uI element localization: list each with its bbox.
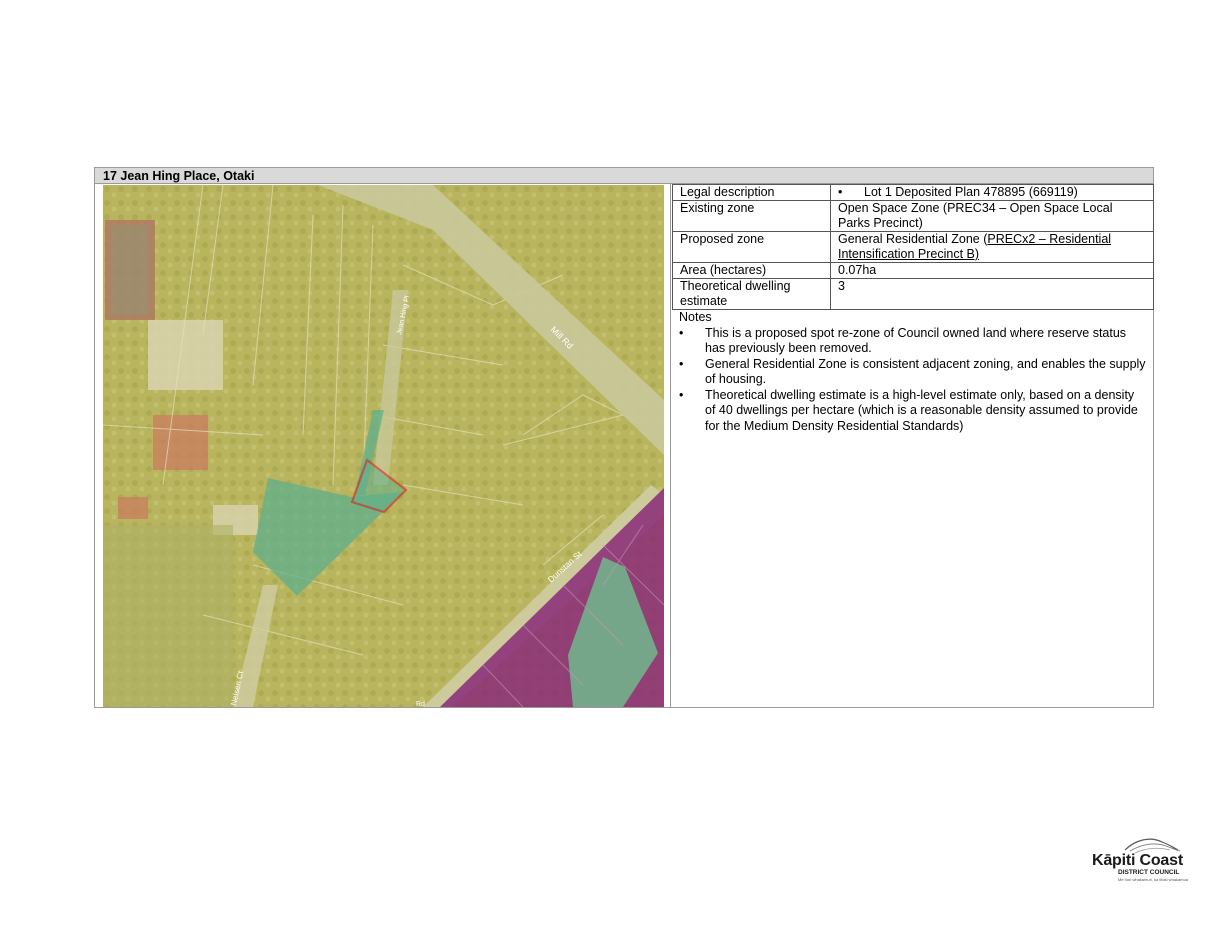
existing-zone-label: Existing zone [672,200,831,232]
property-title: 17 Jean Hing Place, Otaki [95,168,1153,184]
logo-name: Kāpiti Coast [1092,852,1183,869]
tennis-courts [105,220,155,320]
area-label: Area (hectares) [672,262,831,279]
list-item: • This is a proposed spot re-zone of Coun… [679,326,1147,357]
property-sheet: 17 Jean Hing Place, Otaki Mill Rd Jean H… [94,167,1154,708]
building [153,415,208,470]
table-row: Legal description • Lot 1 Deposited Plan … [672,184,1154,201]
legal-label: Legal description [672,184,831,201]
field [103,525,233,707]
building [118,497,148,519]
area-value: 0.07ha [830,262,1154,279]
existing-zone-value: Open Space Zone (PREC34 – Open Space Loc… [830,200,1154,232]
bullet-icon: • [679,356,684,371]
legal-value-cell: • Lot 1 Deposited Plan 478895 (669119) [830,184,1154,201]
zoning-map-svg: Mill Rd Jean Hing Pl Dunstan St Nelsen C… [103,185,664,707]
notes-list: • This is a proposed spot re-zone of Coun… [679,326,1147,435]
notes-section: Notes • This is a proposed spot re-zone o… [672,310,1154,434]
table-row: Existing zone Open Space Zone (PREC34 – … [672,200,1154,232]
dwelling-estimate-label: Theoretical dwelling estimate [672,278,831,310]
dwelling-estimate-value: 3 [830,278,1154,310]
column-divider [670,184,671,707]
bullet-icon: • [838,185,843,199]
building [148,320,223,390]
logo-tagline: Me huri whakamuri, ka titoki whakamua [1118,877,1189,882]
street-label-rd: Rd [416,701,425,707]
legal-value: Lot 1 Deposited Plan 478895 (669119) [864,185,1078,199]
table-row: Area (hectares) 0.07ha [672,262,1154,279]
notes-heading: Notes [679,310,712,324]
bullet-icon: • [679,325,684,340]
proposed-zone-label: Proposed zone [672,231,831,263]
table-row: Theoretical dwelling estimate 3 [672,278,1154,310]
table-row: Proposed zone General Residential Zone (… [672,231,1154,263]
bullet-icon: • [679,387,684,402]
list-item: • General Residential Zone is consistent … [679,357,1147,388]
council-logo: Kāpiti Coast DISTRICT COUNCIL Me huri wh… [1090,836,1200,884]
note-text: General Residential Zone is consistent a… [705,356,1146,387]
note-text: Theoretical dwelling estimate is a high-… [705,387,1138,433]
note-text: This is a proposed spot re-zone of Counc… [705,325,1127,356]
proposed-zone-text: General Residential Zone ( [838,232,988,246]
property-info: Legal description • Lot 1 Deposited Plan … [672,184,1154,707]
proposed-zone-value: General Residential Zone (PRECx2 – Resid… [830,231,1154,263]
list-item: • Theoretical dwelling estimate is a high… [679,388,1147,435]
logo-subtitle: DISTRICT COUNCIL [1118,869,1180,876]
zoning-map: Mill Rd Jean Hing Pl Dunstan St Nelsen C… [103,185,664,707]
property-details-table: Legal description • Lot 1 Deposited Plan … [672,184,1154,310]
